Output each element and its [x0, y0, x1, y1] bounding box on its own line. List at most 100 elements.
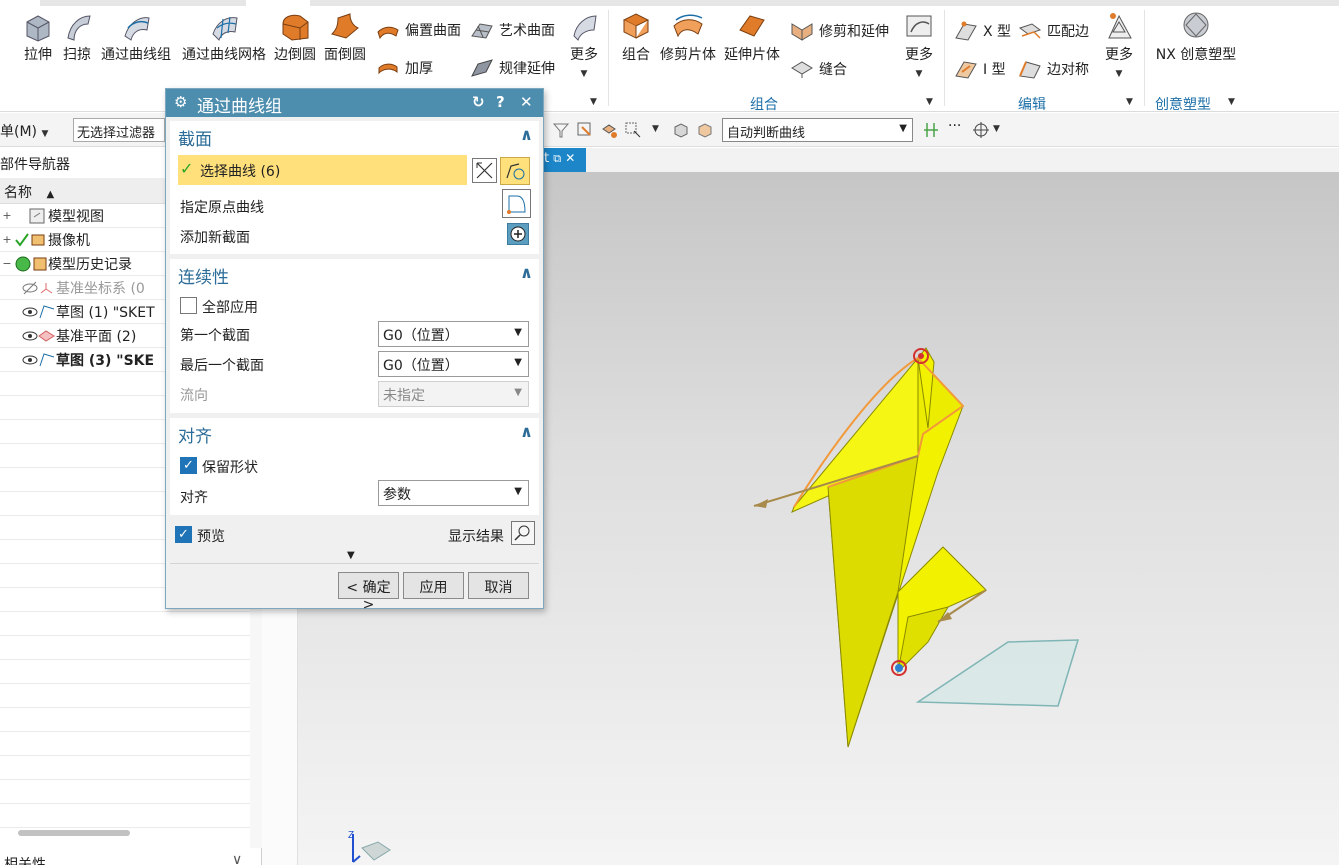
chevron-down-icon: ▼ — [580, 69, 588, 79]
thicken-icon — [378, 63, 398, 75]
chevron-down-icon[interactable]: ▼ — [652, 124, 659, 134]
law-extension-button[interactable]: 规律延伸 — [470, 58, 555, 78]
trim-extend-button[interactable]: 修剪和延伸 — [790, 20, 889, 42]
more-edit-button[interactable]: 更多 ▼ — [1100, 10, 1138, 80]
filter-funnel-icon[interactable] — [552, 121, 570, 139]
extrude-label: 拉伸 — [24, 47, 52, 63]
alignment-select[interactable]: 参数 ▼ — [378, 480, 529, 506]
view-cube-icon[interactable] — [361, 841, 391, 861]
stop-at-intersection-icon[interactable] — [922, 121, 940, 139]
edge-symmetry-button[interactable]: 边对称 — [1018, 58, 1089, 80]
curve-rule-select[interactable]: 自动判断曲线 ▼ — [722, 118, 913, 142]
alignment-header: 对齐 — [178, 427, 212, 447]
menu-button[interactable]: 菜单(M) ▼ — [0, 121, 48, 141]
curve-selection-button[interactable] — [500, 157, 530, 185]
chevron-down-icon[interactable]: ▼ — [993, 124, 1000, 134]
i-form-button[interactable]: I 型 — [954, 58, 1006, 80]
curve-select-icon — [506, 163, 525, 180]
add-section-button[interactable] — [507, 223, 529, 245]
collapse-up-icon[interactable]: ∧ — [520, 263, 533, 282]
solid-body-icon[interactable] — [672, 121, 690, 139]
sew-button[interactable]: 缝合 — [790, 58, 847, 80]
origin-point-dot — [895, 664, 903, 672]
collapse-up-icon[interactable]: ∧ — [520, 422, 533, 441]
curve-rule-value: 自动判断曲线 — [727, 126, 806, 141]
type-filter-select[interactable]: 无选择过滤器 — [73, 118, 165, 142]
surface-group-dropdown[interactable]: ▼ — [590, 97, 597, 107]
expand-toggle[interactable]: + — [0, 233, 14, 246]
continuity-header: 连续性 — [178, 268, 229, 288]
visible-eye-icon — [22, 304, 55, 318]
swept-button[interactable]: 扫掠 — [60, 10, 94, 64]
extrude-button[interactable]: 拉伸 — [18, 10, 58, 64]
tab-pin-icon[interactable]: ⧉ — [553, 152, 561, 165]
x-form-button[interactable]: X 型 — [954, 20, 1011, 42]
law-extension-icon — [471, 59, 493, 77]
close-icon[interactable]: ✕ — [565, 151, 575, 165]
edge-blend-button[interactable]: 边倒圆 — [272, 10, 318, 64]
apply-all-checkbox[interactable] — [180, 297, 197, 314]
nx-realize-shape-button[interactable]: NX 创意塑型 — [1152, 10, 1240, 64]
through-curves-label: 通过曲线组 — [101, 47, 171, 63]
offset-surface-label: 偏置曲面 — [405, 23, 461, 39]
snap-point-icon[interactable] — [972, 121, 990, 139]
match-edge-label: 匹配边 — [1047, 24, 1089, 40]
more-combine-button[interactable]: 更多 ▼ — [900, 10, 938, 80]
edit-group-dropdown[interactable]: ▼ — [1126, 97, 1133, 107]
nav-item-label: 基准坐标系 (0 — [56, 280, 145, 297]
realize-group-dropdown[interactable]: ▼ — [1228, 97, 1235, 107]
nx-realize-shape-label: NX 创意塑型 — [1155, 47, 1237, 63]
horizontal-scrollbar[interactable] — [18, 830, 130, 836]
more-options-icon[interactable]: ··· — [948, 118, 961, 134]
dialog-titlebar[interactable]: ⚙ 通过曲线组 ↻ ? ✕ — [166, 89, 543, 117]
chevron-down-icon: ▼ — [1115, 69, 1123, 79]
gear-icon[interactable]: ⚙ — [174, 93, 187, 111]
face-blend-button[interactable]: 面倒圆 — [322, 10, 368, 64]
x-form-icon — [955, 21, 977, 41]
thicken-button[interactable]: 加厚 — [376, 58, 433, 78]
apply-all-label: 全部应用 — [202, 300, 258, 316]
component-icon[interactable] — [696, 121, 714, 139]
reverse-direction-icon — [476, 162, 493, 179]
extend-sheet-button[interactable]: 延伸片体 — [722, 10, 782, 64]
last-section-select[interactable]: G0（位置） ▼ — [378, 351, 529, 377]
help-icon[interactable]: ? — [496, 93, 505, 111]
combine-group-dropdown[interactable]: ▼ — [926, 97, 933, 107]
collapse-icon[interactable]: ∨ — [232, 852, 242, 865]
trim-sheet-button[interactable]: 修剪片体 — [658, 10, 718, 64]
match-edge-button[interactable]: 匹配边 — [1018, 20, 1089, 42]
edge-symmetry-icon — [1019, 61, 1041, 79]
expand-toggle[interactable]: + — [0, 209, 14, 222]
ribbon-tab-indicator — [0, 0, 40, 6]
studio-surface-button[interactable]: 艺术曲面 — [470, 20, 555, 40]
close-icon[interactable]: ✕ — [520, 93, 533, 111]
select-box-icon[interactable] — [624, 121, 642, 139]
expand-more-icon[interactable]: ▼ — [347, 550, 355, 561]
through-curve-mesh-button[interactable]: 通过曲线网格 — [180, 10, 268, 64]
preview-checkbox[interactable]: ✓ — [175, 526, 192, 543]
first-section-select[interactable]: G0（位置） ▼ — [378, 321, 529, 347]
show-result-button[interactable] — [511, 521, 535, 545]
flow-direction-label: 流向 — [180, 388, 208, 404]
reverse-direction-button[interactable] — [472, 158, 497, 183]
snap-body-icon[interactable] — [600, 121, 618, 139]
collapse-toggle[interactable]: − — [0, 257, 14, 270]
select-feature-icon[interactable] — [576, 121, 594, 139]
document-tab[interactable]: t ⧉ ✕ — [544, 148, 586, 172]
through-curves-button[interactable]: 通过曲线组 — [100, 10, 172, 64]
select-curve-row[interactable]: ✓ 选择曲线 (6) — [178, 155, 467, 185]
combine-button[interactable]: 组合 — [618, 10, 654, 64]
preserve-shape-checkbox[interactable]: ✓ — [180, 457, 197, 474]
origin-point-dot — [918, 353, 924, 359]
specify-origin-button[interactable] — [502, 189, 531, 218]
ok-button[interactable]: < 确定 > — [338, 572, 399, 613]
empty-row — [0, 636, 250, 660]
apply-button[interactable]: 应用 — [403, 572, 464, 599]
more-surface-button[interactable]: 更多 ▼ — [566, 10, 602, 80]
add-circle-icon — [510, 226, 526, 242]
offset-surface-button[interactable]: 偏置曲面 — [376, 20, 461, 40]
reset-icon[interactable]: ↻ — [472, 93, 485, 111]
cancel-button[interactable]: 取消 — [468, 572, 529, 599]
collapse-up-icon[interactable]: ∧ — [520, 125, 533, 144]
datum-plane-preview[interactable] — [915, 639, 1080, 707]
